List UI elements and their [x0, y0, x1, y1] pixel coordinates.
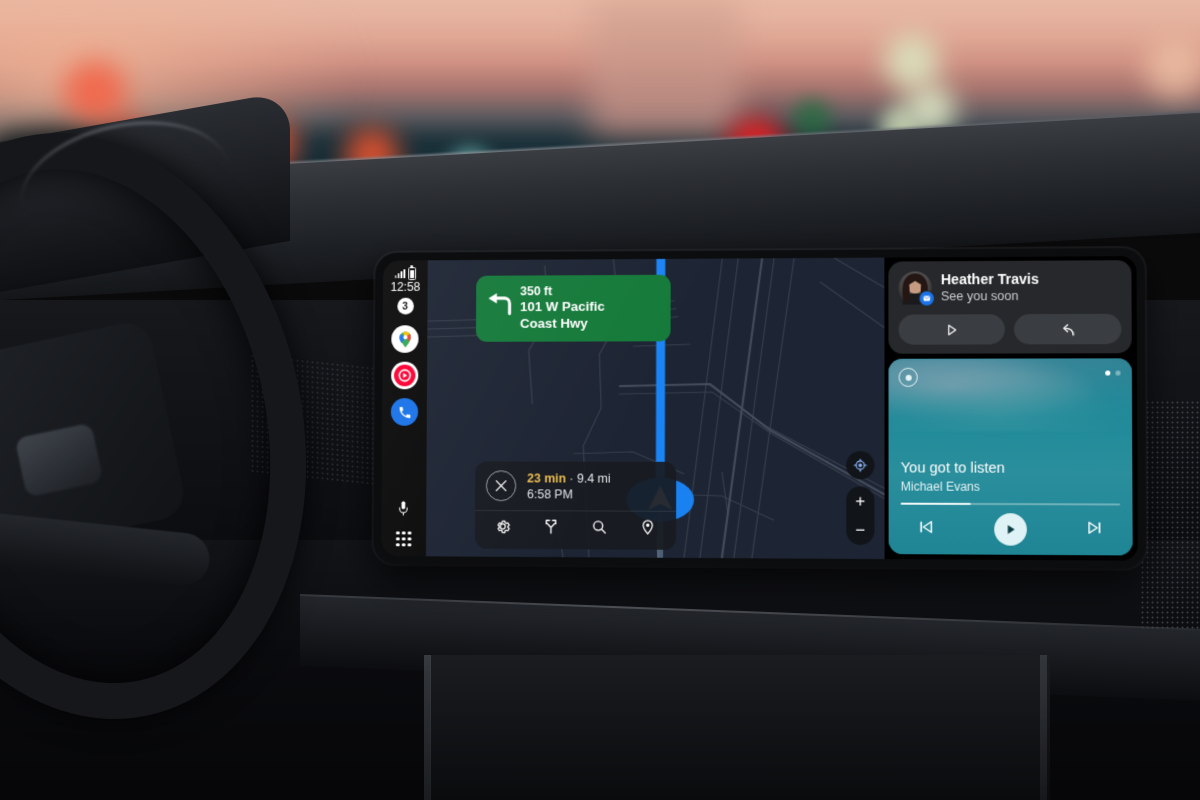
- clock: 12:58: [390, 280, 420, 294]
- microphone-icon[interactable]: [397, 499, 410, 518]
- turn-street-line1: 101 W Pacific: [520, 299, 605, 315]
- eta-info: 23 min · 9.4 mi 6:58 PM: [527, 470, 611, 503]
- avatar: [898, 271, 935, 307]
- zoom-out-button[interactable]: −: [855, 521, 865, 540]
- play-message-button[interactable]: [898, 314, 1005, 346]
- eta-duration-distance: 23 min · 9.4 mi: [527, 470, 611, 486]
- signal-bars-icon: [394, 268, 406, 278]
- sidebar-item-youtube-music[interactable]: [391, 361, 419, 390]
- map-pane[interactable]: 350 ft 101 W Pacific Coast Hwy 23 min · …: [425, 257, 885, 560]
- eta-separator: ·: [566, 471, 578, 486]
- maps-pin-icon: [398, 331, 411, 347]
- eta-summary: 23 min · 9.4 mi 6:58 PM: [475, 461, 676, 511]
- media-body: You got to listen Michael Evans: [889, 460, 1133, 555]
- notification-text: Heather Travis See you soon: [941, 271, 1039, 305]
- avatar-hair-left: [902, 280, 910, 303]
- turn-street-line2: Coast Hwy: [519, 315, 588, 331]
- status-icons: [394, 266, 417, 280]
- media-progress-fill: [900, 502, 971, 505]
- reply-arrow-icon: [1059, 322, 1076, 337]
- battery-icon: [408, 266, 417, 280]
- notification-count-badge[interactable]: 3: [396, 297, 414, 315]
- play-button[interactable]: [993, 513, 1027, 546]
- turn-distance: 350 ft: [520, 284, 553, 299]
- console-tunnel: [430, 655, 1050, 800]
- notification-header: Heather Travis See you soon: [898, 270, 1121, 307]
- play-icon: [1007, 524, 1015, 534]
- eta-card: 23 min · 9.4 mi 6:58 PM: [474, 460, 677, 550]
- eta-duration: 23 min: [527, 470, 567, 485]
- youtube-music-icon: [393, 364, 416, 387]
- sidebar-item-google-maps[interactable]: [391, 325, 419, 353]
- turn-banner: 350 ft 101 W Pacific Coast Hwy: [475, 274, 671, 343]
- phone-icon: [398, 406, 410, 418]
- recenter-icon[interactable]: [846, 451, 875, 480]
- media-title: You got to listen: [900, 460, 1005, 477]
- bokeh-orange-1: [64, 61, 126, 123]
- reply-button[interactable]: [1014, 314, 1122, 345]
- messages-icon: [918, 290, 935, 307]
- turn-left-icon: [484, 291, 513, 322]
- media-artist: Michael Evans: [900, 478, 980, 494]
- close-x-icon[interactable]: [485, 470, 517, 502]
- bokeh-peach-1: [1145, 38, 1200, 98]
- zoom-in-button[interactable]: +: [855, 491, 865, 510]
- map-controls: + −: [846, 451, 875, 545]
- steering-wheel: [0, 91, 359, 761]
- gear-icon[interactable]: [494, 518, 511, 540]
- sidebar: 12:58 3: [381, 260, 428, 557]
- notification-card[interactable]: Heather Travis See you soon: [888, 260, 1132, 355]
- dashboard-scene: 12:58 3 350 ft 101 W Pacific Coast Hwy 2…: [0, 0, 1200, 800]
- console-tunnel-left-edge: [424, 655, 431, 800]
- page-dot: [1115, 370, 1121, 376]
- media-controls: [901, 513, 1121, 546]
- zoom-controls: + −: [846, 486, 875, 545]
- sidebar-item-phone[interactable]: [390, 398, 419, 426]
- android-auto-screen: 12:58 3 350 ft 101 W Pacific Coast Hwy 2…: [381, 256, 1138, 561]
- console-tunnel-right-edge: [1040, 655, 1047, 800]
- route-fork-icon[interactable]: [543, 518, 560, 540]
- bokeh-cream-1: [884, 34, 940, 90]
- sidebar-app-icons: [390, 325, 419, 426]
- head-unit-display: 12:58 3 350 ft 101 W Pacific Coast Hwy 2…: [373, 247, 1147, 569]
- media-card[interactable]: You got to listen Michael Evans: [888, 358, 1133, 556]
- speaker-grille-right: [1140, 400, 1200, 630]
- app-grid-icon[interactable]: [396, 531, 412, 547]
- page-dot-active: [1105, 370, 1111, 376]
- search-icon[interactable]: [591, 518, 608, 540]
- notification-actions: [898, 314, 1122, 346]
- sidebar-bottom: [396, 499, 412, 556]
- skip-next-icon[interactable]: [1085, 518, 1104, 541]
- map-pin-icon[interactable]: [639, 519, 656, 541]
- page-indicator-dots: [1105, 370, 1121, 376]
- notification-message: See you soon: [940, 289, 1019, 304]
- turn-text: 350 ft 101 W Pacific Coast Hwy: [520, 284, 605, 332]
- map-action-bar: [474, 509, 677, 550]
- media-progress-bar[interactable]: [900, 502, 1121, 506]
- eta-distance: 9.4 mi: [576, 471, 611, 486]
- skip-previous-icon[interactable]: [917, 517, 935, 540]
- right-panel: Heather Travis See you soon You got to l…: [884, 256, 1138, 561]
- notification-sender: Heather Travis: [940, 270, 1039, 288]
- play-icon: [944, 322, 959, 337]
- eta-arrival-time: 6:58 PM: [527, 487, 573, 502]
